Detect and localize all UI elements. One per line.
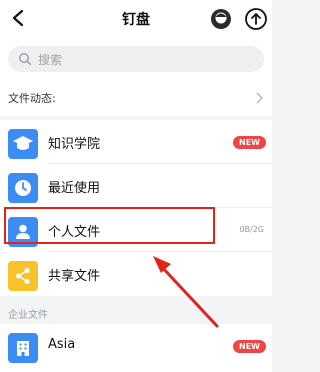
list-item-label: Asia [48, 337, 76, 352]
section-label: 企业文件 [8, 310, 48, 321]
chevron-right-icon [256, 92, 263, 104]
storage-usage: 0B/2G [239, 225, 264, 234]
building-icon [8, 333, 38, 363]
clock-icon [8, 173, 38, 203]
customer-service-icon[interactable] [209, 7, 233, 31]
list-item-shared-files[interactable]: 共享文件 [0, 252, 272, 296]
search-icon [19, 53, 32, 66]
file-activity-row[interactable]: 文件动态: [0, 78, 272, 116]
list-item-asia[interactable]: Asia NEW [0, 324, 272, 368]
enterprise-list: Asia NEW [0, 324, 272, 372]
upload-icon[interactable] [244, 7, 268, 31]
top-bar: 钉盘 [0, 0, 272, 38]
list-item-knowledge-academy[interactable]: 知识学院 NEW [0, 120, 272, 164]
search-input[interactable]: 搜索 [8, 46, 264, 72]
new-badge: NEW [233, 136, 266, 149]
share-icon [8, 261, 38, 291]
enterprise-section-header: 企业文件 [0, 300, 272, 324]
highlight-box [4, 207, 215, 244]
search-placeholder: 搜索 [38, 53, 63, 67]
list-item-label: 最近使用 [48, 181, 101, 196]
file-activity-label: 文件动态: [8, 92, 56, 105]
list-item-label: 知识学院 [48, 137, 101, 152]
list-item-label: 共享文件 [48, 269, 101, 284]
search-bar: 搜索 [0, 38, 272, 78]
new-badge: NEW [233, 340, 266, 353]
graduation-cap-icon [8, 129, 38, 159]
list-item-recent[interactable]: 最近使用 [0, 164, 272, 208]
